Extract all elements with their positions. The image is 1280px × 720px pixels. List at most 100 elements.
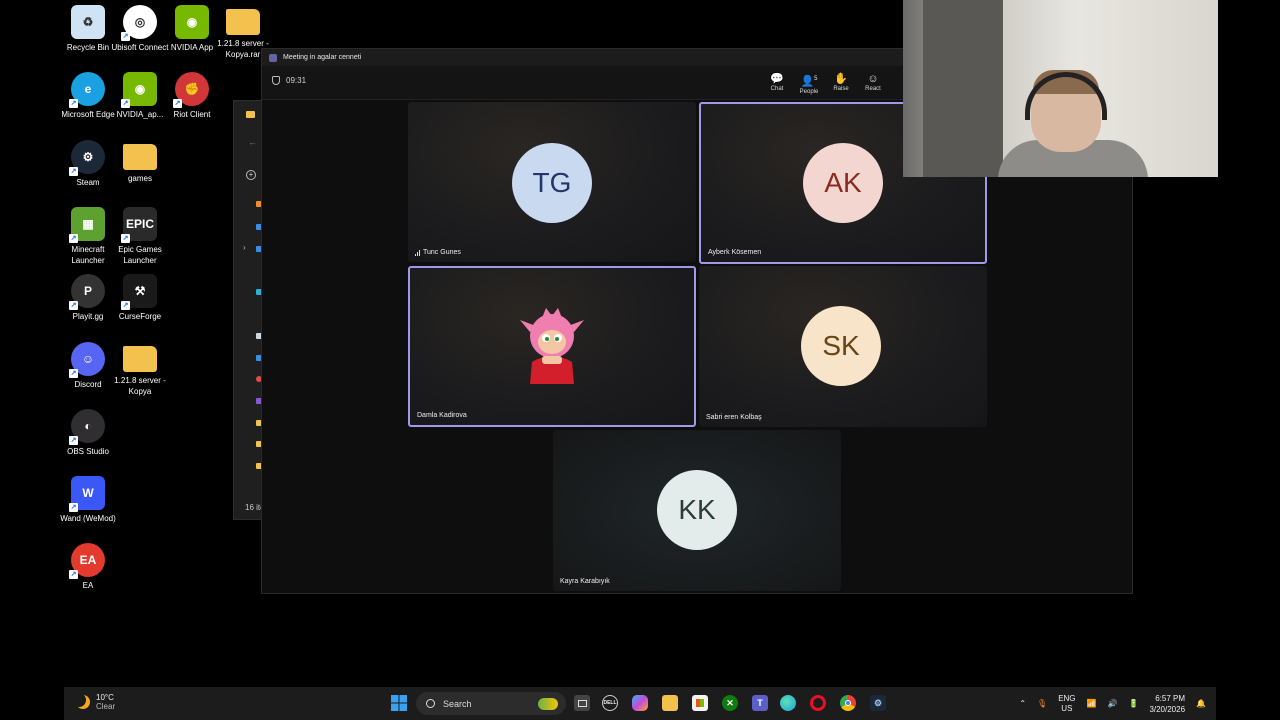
timer-text: 09:31 — [286, 76, 307, 85]
participant-tile[interactable]: Damla Kadirova — [408, 266, 696, 427]
desktop-icon-label: CurseForge — [118, 312, 162, 321]
clock-date: 3/20/2026 — [1149, 704, 1186, 714]
react-button[interactable]: ☺ React — [858, 72, 888, 92]
teams-button[interactable]: T — [752, 695, 768, 711]
store-button[interactable] — [692, 695, 708, 711]
signal-icon — [415, 249, 420, 256]
desktop-icon[interactable]: ⚒ ↗ CurseForge — [108, 274, 172, 322]
people-icon: 👤5 — [800, 75, 818, 88]
teams-icon — [269, 53, 277, 62]
moon-icon — [76, 695, 90, 709]
battery-icon[interactable]: 🔋 — [1128, 699, 1138, 708]
dell-button[interactable]: DELL — [602, 695, 618, 711]
opera-button[interactable] — [810, 695, 826, 711]
participant-tile[interactable]: TG Tunc Gunes — [408, 102, 696, 262]
recycle-bin-icon: ♻ — [71, 5, 105, 39]
shield-icon — [272, 76, 280, 85]
chrome-button[interactable] — [840, 695, 856, 711]
wifi-icon[interactable]: 📶 — [1087, 699, 1097, 708]
desktop-icon-label: 1.21.8 server - Kopya — [114, 376, 166, 396]
expand-chevron-icon[interactable]: › — [243, 243, 246, 252]
character-avatar-icon — [520, 308, 584, 384]
clock[interactable]: 6:57 PM 3/20/2026 — [1149, 693, 1185, 715]
raise-hand-button[interactable]: ✋ Raise — [826, 72, 856, 92]
participant-avatar: KK — [657, 470, 737, 550]
shortcut-arrow-icon: ↗ — [69, 234, 78, 243]
desktop-icon-label: games — [127, 174, 152, 183]
participant-name: Damla Kadirova — [417, 412, 467, 419]
participant-name: Ayberk Kösemen — [708, 249, 762, 256]
search-label: Search — [443, 698, 472, 709]
search-highlight-icon — [538, 697, 558, 710]
participant-tile[interactable]: KK Kayra Karabıyık — [553, 430, 841, 591]
shortcut-arrow-icon: ↗ — [69, 436, 78, 445]
teams-icon: T — [757, 698, 763, 708]
participant-avatar: AK — [803, 143, 883, 223]
start-button[interactable] — [391, 695, 407, 711]
file-explorer-button[interactable] — [662, 695, 678, 711]
chat-button[interactable]: 💬 Chat — [762, 72, 792, 92]
desktop-icon[interactable]: EPIC ↗ Epic Games Launcher — [108, 207, 172, 266]
people-button[interactable]: 👤5 People — [794, 72, 824, 95]
copilot-button[interactable] — [632, 695, 648, 711]
store-icon — [696, 699, 704, 707]
shortcut-arrow-icon: ↗ — [173, 99, 182, 108]
desktop: ♻ Recycle Bin ◎ ↗ Ubisoft Connect ◉ NVIDIA App… — [0, 0, 1280, 720]
participant-name: Sabri eren Kolbaş — [706, 414, 762, 421]
dell-icon: DELL — [603, 700, 617, 706]
shortcut-arrow-icon: ↗ — [69, 503, 78, 512]
add-icon[interactable]: + — [246, 170, 256, 180]
xbox-button[interactable]: ✕ — [722, 695, 738, 711]
participant-name: Tunc Gunes — [423, 249, 461, 256]
shortcut-arrow-icon: ↗ — [69, 99, 78, 108]
chevron-up-icon[interactable]: ⌃ — [1019, 699, 1026, 708]
ubisoft-icon: ◎ ↗ — [121, 5, 157, 41]
hand-icon: ✋ — [834, 73, 848, 85]
language-indicator[interactable]: ENG US — [1058, 694, 1075, 714]
task-view-button[interactable] — [574, 695, 590, 711]
curseforge-icon: ⚒ ↗ — [121, 274, 157, 310]
weather-widget[interactable]: 10°C Clear — [76, 693, 115, 711]
back-arrow-icon[interactable]: ← — [248, 137, 257, 147]
steam-button[interactable]: ⚙ — [870, 695, 886, 711]
shortcut-arrow-icon: ↗ — [121, 301, 130, 310]
desktop-icon[interactable]: ✊ ↗ Riot Client — [160, 72, 224, 120]
participant-name-tag: Sabri eren Kolbaş — [706, 414, 762, 421]
desktop-icon[interactable]: ◐ ↗ OBS Studio — [56, 409, 120, 457]
desktop-icon-label: EA — [82, 581, 94, 590]
participant-name-tag: Tunc Gunes — [415, 249, 461, 256]
playit-icon: P ↗ — [69, 274, 105, 310]
ea-icon: EA ↗ — [69, 543, 105, 579]
microphone-icon[interactable]: 🎙 — [1037, 699, 1047, 708]
chat-label: Chat — [770, 86, 784, 92]
participant-avatar: TG — [512, 143, 592, 223]
people-count: 5 — [814, 76, 818, 82]
window-title: Meeting in agalar cenneti — [283, 54, 362, 61]
desktop-icon-label: OBS Studio — [67, 447, 109, 456]
desktop-icon[interactable]: games — [108, 140, 172, 184]
notification-bell-icon[interactable]: 🔔 — [1196, 699, 1206, 708]
edge-icon: e ↗ — [69, 72, 105, 108]
folder-icon — [123, 346, 157, 372]
folder-icon — [226, 9, 260, 35]
obs-icon: ◐ ↗ — [69, 409, 105, 445]
epic-icon: EPIC ↗ — [121, 207, 157, 243]
edge-button[interactable] — [780, 695, 796, 711]
desktop-icon-label: Riot Client — [173, 110, 211, 119]
desktop-icon[interactable]: W ↗ Wand (WeMod) — [56, 476, 120, 524]
self-view-video[interactable] — [903, 0, 1218, 177]
nvidia-app-icon: ◉ ↗ — [121, 72, 157, 108]
folder-icon — [246, 111, 255, 118]
participant-tile[interactable]: SK Sabri eren Kolbaş — [699, 266, 987, 427]
people-label: People — [799, 88, 819, 95]
participant-avatar: SK — [801, 306, 881, 386]
weather-temp: 10°C — [96, 693, 114, 702]
desktop-icon[interactable]: 1.21.8 server - Kopya — [108, 342, 172, 397]
chat-icon: 💬 — [770, 73, 784, 85]
speaker-icon[interactable]: 🔊 — [1108, 699, 1118, 708]
search-box[interactable]: Search — [416, 692, 566, 715]
desktop-icon[interactable]: EA ↗ EA — [56, 543, 120, 591]
taskbar: 10°C Clear Search DELL ✕ T ⚙ ⌃ 🎙 ENG US … — [64, 687, 1216, 720]
discord-icon: ☺ ↗ — [69, 342, 105, 378]
shortcut-arrow-icon: ↗ — [69, 301, 78, 310]
